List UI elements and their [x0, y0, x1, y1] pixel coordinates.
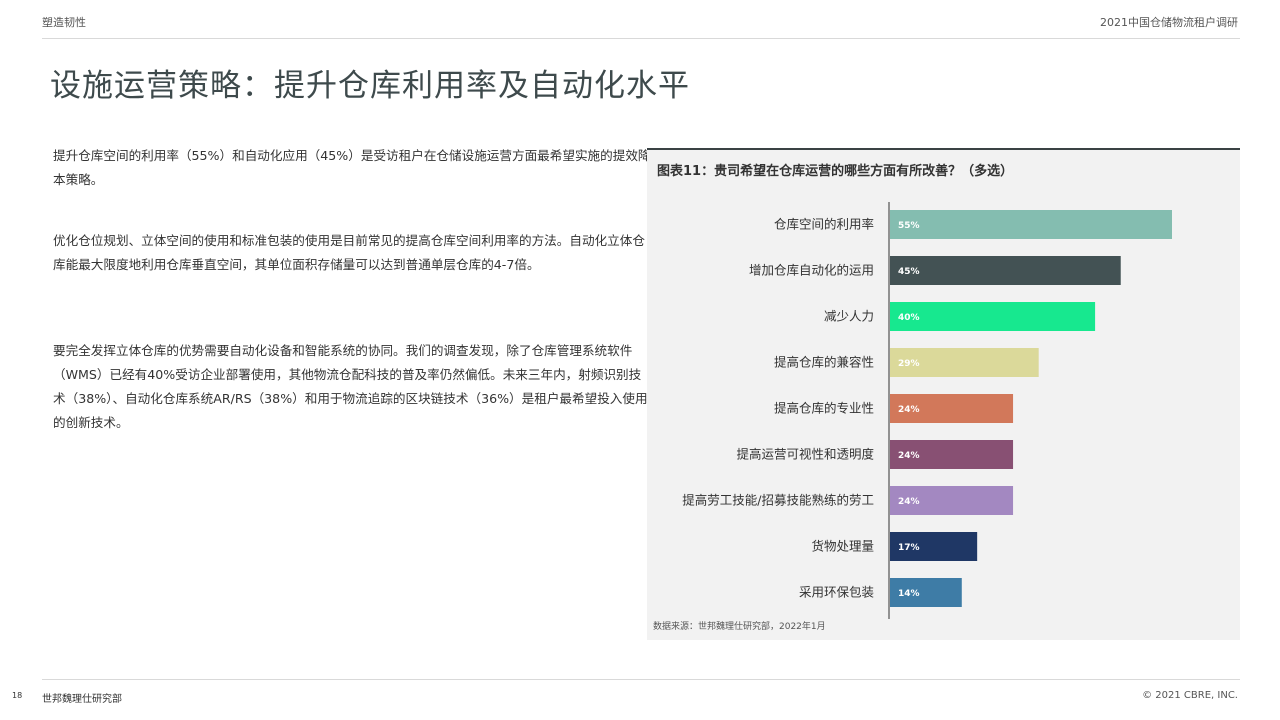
chart-panel: 图表11：贵司希望在仓库运营的哪些方面有所改善？（多选） 仓库空间的利用率 55%… — [647, 148, 1240, 640]
footer-copyright: © 2021 CBRE, INC. — [1142, 690, 1238, 701]
page-number: 18 — [12, 691, 23, 700]
bar-value-label: 14% — [898, 589, 920, 599]
category-label: 减少人力 — [824, 309, 874, 324]
bar-chart: 仓库空间的利用率 55% 增加仓库自动化的运用 45% 减少人力 40% 提高仓库的兼容性 2… — [682, 202, 1172, 619]
bar-value-label: 40% — [898, 313, 920, 323]
bottom-divider — [42, 679, 1240, 680]
body-paragraph-3: 要完全发挥立体仓库的优势需要自动化设备和智能系统的协同。我们的调查发现，除了仓库… — [53, 343, 648, 430]
category-label: 仓库空间的利用率 — [774, 217, 874, 232]
body-paragraph-2: 优化仓位规划、立体空间的使用和标准包装的使用是目前常见的提高仓库空间利用率的方法… — [53, 233, 645, 272]
chart-source-note: 数据来源：世邦魏理仕研究部，2022年1月 — [653, 622, 826, 632]
category-label: 提高劳工技能/招募技能熟练的劳工 — [682, 493, 874, 508]
bar-value-label: 17% — [898, 543, 920, 553]
category-label: 增加仓库自动化的运用 — [749, 263, 874, 278]
header-section-label: 塑造韧性 — [42, 16, 86, 29]
bar — [890, 256, 1121, 285]
category-label: 提高运营可视性和透明度 — [736, 447, 874, 462]
bar-value-label: 24% — [898, 451, 920, 461]
bar-value-label: 24% — [898, 497, 920, 507]
bar — [890, 302, 1096, 331]
body-paragraph-1: 提升仓库空间的利用率（55%）和自动化应用（45%）是受访租户在仓储设施运营方面… — [53, 148, 651, 187]
bar-value-label: 24% — [898, 405, 920, 415]
category-label: 提高仓库的兼容性 — [774, 355, 874, 370]
category-label: 采用环保包装 — [799, 585, 874, 600]
page-title: 设施运营策略：提升仓库利用率及自动化水平 — [50, 68, 690, 104]
bar-value-label: 45% — [898, 267, 920, 277]
category-label: 提高仓库的专业性 — [774, 401, 874, 416]
bar — [890, 210, 1172, 239]
bar-value-label: 55% — [898, 221, 920, 231]
category-label: 货物处理量 — [811, 539, 874, 554]
footer-publisher: 世邦魏理仕研究部 — [42, 694, 122, 705]
top-divider — [42, 38, 1240, 39]
bar-value-label: 29% — [898, 359, 920, 369]
header-report-title: 2021中国仓储物流租户调研 — [1100, 16, 1238, 29]
